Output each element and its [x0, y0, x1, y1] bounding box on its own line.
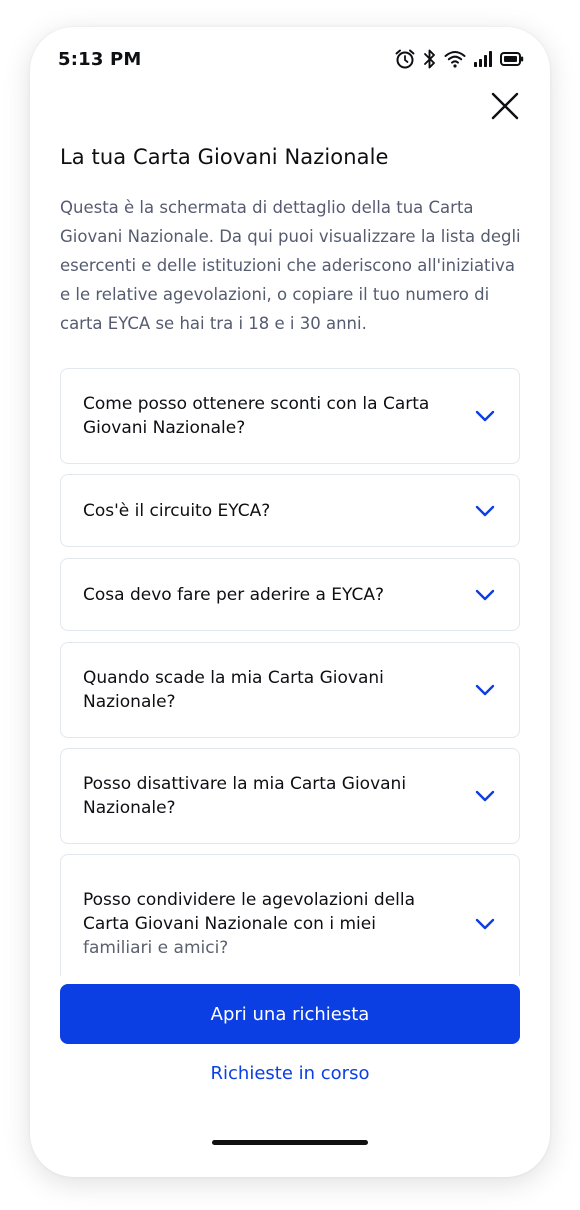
bluetooth-icon	[423, 48, 437, 70]
faq-item[interactable]: Cos'è il circuito EYCA?	[60, 474, 520, 547]
close-icon	[491, 92, 519, 124]
status-bar: 5:13 PM	[58, 47, 524, 71]
chevron-down-icon	[475, 585, 495, 605]
faq-question: Posso disattivare la mia Carta Giovani N…	[83, 774, 407, 818]
page-description: Questa è la schermata di dettaglio della…	[60, 198, 521, 333]
faq-list: Come posso ottenere sconti con la Carta …	[60, 368, 520, 976]
faq-question: Quando scade la mia Carta Giovani Nazion…	[83, 668, 384, 712]
faq-item[interactable]: Posso disattivare la mia Carta Giovani N…	[60, 748, 520, 844]
chevron-down-icon	[475, 680, 495, 700]
faq-question-text: Posso condividere le agevolazioni della …	[83, 890, 416, 934]
chevron-down-icon	[475, 406, 495, 426]
faq-question: Cos'è il circuito EYCA?	[83, 500, 271, 521]
faq-question: Come posso ottenere sconti con la Carta …	[83, 394, 430, 438]
wifi-icon	[444, 49, 466, 69]
home-indicator[interactable]	[212, 1140, 368, 1145]
status-time: 5:13 PM	[58, 48, 142, 70]
faq-item[interactable]: Quando scade la mia Carta Giovani Nazion…	[60, 642, 520, 738]
status-icons	[394, 48, 524, 70]
chevron-down-icon	[475, 501, 495, 521]
close-button[interactable]	[490, 92, 520, 124]
faq-question: Cosa devo fare per aderire a EYCA?	[83, 584, 384, 605]
chevron-down-icon	[475, 914, 495, 934]
faq-item[interactable]: Cosa devo fare per aderire a EYCA?	[60, 558, 520, 631]
faq-item[interactable]: Come posso ottenere sconti con la Carta …	[60, 368, 520, 464]
faq-item[interactable]: Posso condividere le agevolazioni della …	[60, 854, 520, 976]
signal-icon	[473, 50, 493, 68]
chevron-down-icon	[475, 786, 495, 806]
faq-question-faded-text: familiari e amici?	[83, 938, 229, 958]
page-title: La tua Carta Giovani Nazionale	[60, 145, 389, 169]
open-request-button[interactable]: Apri una richiesta	[60, 984, 520, 1044]
faq-question: Posso condividere le agevolazioni della …	[83, 888, 463, 960]
battery-icon	[500, 51, 524, 67]
phone-screen: 5:13 PM La tua Carta Giovani Nazionale Q…	[30, 27, 550, 1177]
alarm-icon	[394, 48, 416, 70]
ongoing-requests-link[interactable]: Richieste in corso	[30, 1063, 550, 1084]
